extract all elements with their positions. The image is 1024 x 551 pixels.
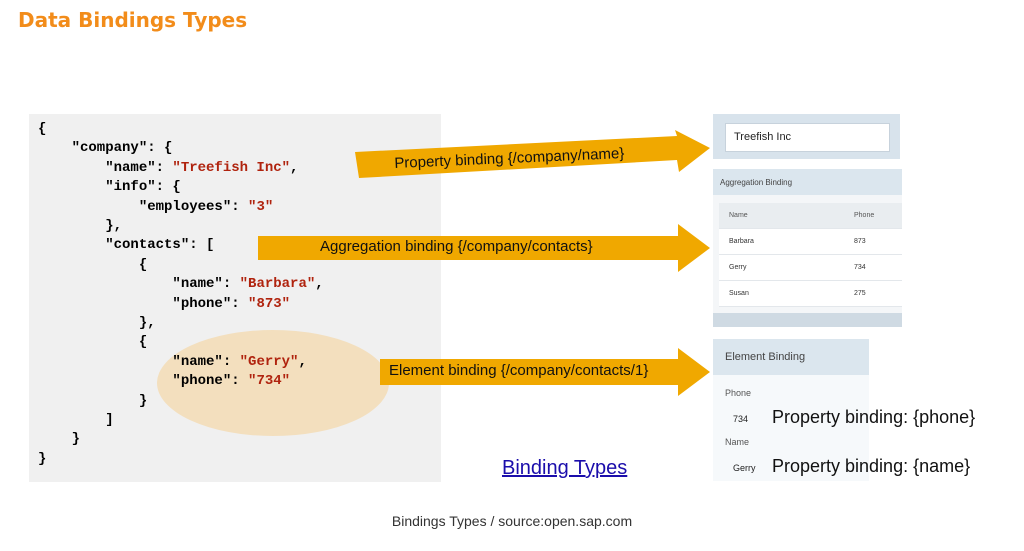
contacts-table: Name Phone Barbara 873 Gerry 734 Susan 2… (719, 203, 902, 307)
code-line: { (38, 334, 148, 351)
code-line: "contacts": [ (38, 237, 215, 254)
binding-types-link[interactable]: Binding Types (502, 457, 627, 480)
element-panel-title: Element Binding (713, 339, 869, 375)
code-line: "company": { (38, 140, 173, 157)
table-header-row: Name Phone (719, 203, 902, 229)
contact-name: Gerry (729, 264, 747, 271)
code-line: "name": "Treefish Inc", (38, 159, 299, 176)
code-line: { (38, 121, 47, 137)
contact-phone: 873 (854, 238, 866, 245)
code-line: "info": { (38, 179, 181, 196)
code-line: } (38, 392, 148, 409)
aggregation-panel-title: Aggregation Binding (713, 169, 902, 195)
contact-name: Susan (729, 290, 749, 297)
table-row[interactable]: Gerry 734 (719, 255, 902, 281)
column-header-phone: Phone (854, 212, 875, 219)
code-line: "name": "Gerry", (38, 353, 307, 370)
code-line: } (38, 450, 47, 467)
code-line: } (38, 431, 81, 448)
code-line: { (38, 256, 148, 273)
contact-name: Barbara (729, 238, 754, 245)
code-line: ] (38, 412, 114, 428)
company-name-field[interactable]: Treefish Inc (725, 123, 890, 152)
code-line: "employees": "3" (38, 198, 274, 215)
code-line: "phone": "873" (38, 295, 291, 312)
name-property-binding-label: Property binding: {name} (772, 456, 971, 476)
page-title: Data Bindings Types (18, 8, 248, 32)
image-caption: Bindings Types / source:open.sap.com (391, 513, 633, 529)
code-line: "name": "Barbara", (38, 276, 324, 293)
element-binding-label: Element binding {/company/contacts/1} (389, 362, 649, 379)
phone-property-binding-label: Property binding: {phone} (772, 407, 976, 427)
aggregation-binding-label: Aggregation binding {/company/contacts} (320, 238, 593, 255)
code-line: }, (38, 218, 123, 234)
contact-phone: 275 (854, 290, 866, 297)
name-label: Name (725, 437, 750, 447)
table-row[interactable]: Susan 275 (719, 281, 902, 307)
code-line: "phone": "734" (38, 373, 291, 390)
column-header-name: Name (729, 212, 748, 219)
table-row[interactable]: Barbara 873 (719, 229, 902, 255)
aggregation-panel-footer (713, 313, 902, 327)
property-binding-panel: Treefish Inc (713, 114, 900, 159)
phone-value: 734 (733, 414, 749, 424)
aggregation-binding-panel: Aggregation Binding Name Phone Barbara 8… (713, 169, 902, 327)
code-line: }, (38, 315, 156, 331)
contact-phone: 734 (854, 264, 866, 271)
name-value: Gerry (733, 463, 756, 473)
phone-label: Phone (725, 388, 752, 398)
